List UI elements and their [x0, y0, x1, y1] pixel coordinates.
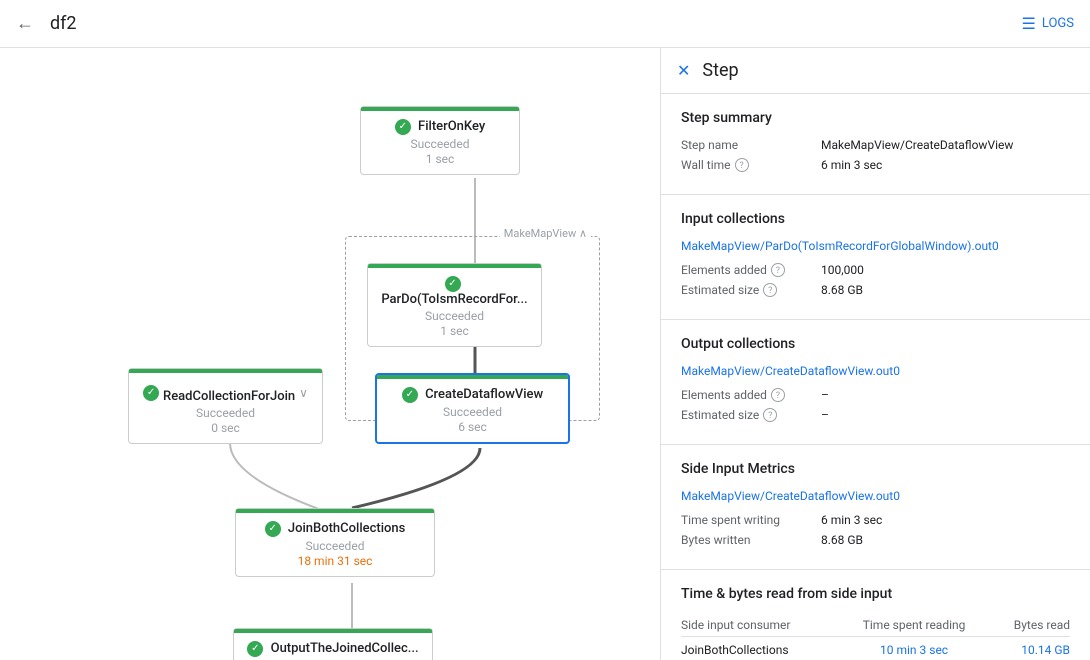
step-summary-title: Step summary	[681, 110, 1070, 126]
node-readcollection[interactable]: ✓ ReadCollectionForJoin ∨ Succeeded 0 se…	[128, 368, 323, 444]
input-size-help-icon[interactable]: ?	[763, 283, 777, 297]
node-output[interactable]: ✓ OutputTheJoinedCollec... Succeeded 18 …	[233, 628, 433, 660]
check-icon-read: ✓	[143, 385, 159, 401]
back-button[interactable]: ←	[16, 13, 34, 34]
output-collections-title: Output collections	[681, 336, 1070, 352]
input-collections-section: Input collections MakeMapView/ParDo(ToIs…	[661, 195, 1090, 320]
input-size-label: Estimated size ?	[681, 283, 821, 297]
node-status-create: Succeeded	[389, 405, 556, 419]
check-icon-output: ✓	[247, 641, 263, 657]
logs-icon: ☰	[1022, 14, 1036, 33]
side-input-metrics-link[interactable]: MakeMapView/CreateDataflowView.out0	[681, 489, 1070, 503]
logs-button[interactable]: ☰ LOGS	[1022, 14, 1074, 33]
check-icon-create: ✓	[402, 387, 418, 403]
output-size-help-icon[interactable]: ?	[763, 408, 777, 422]
wall-time-row: Wall time ? 6 min 3 sec	[681, 158, 1070, 172]
check-icon-pardo: ✓	[445, 276, 461, 292]
input-size-value: 8.68 GB	[821, 283, 863, 297]
input-collections-title: Input collections	[681, 211, 1070, 227]
check-icon-filteronkey: ✓	[395, 119, 411, 135]
step-name-value: MakeMapView/CreateDataflowView	[821, 138, 1013, 152]
time-writing-row: Time spent writing 6 min 3 sec	[681, 513, 1070, 527]
bytes-cell: 10.14 GB	[988, 637, 1070, 660]
group-label: MakeMapView ∧	[500, 227, 591, 240]
side-input-metrics-section: Side Input Metrics MakeMapView/CreateDat…	[661, 445, 1090, 570]
main-content: MakeMapView ∧ ✓ FilterOnKey Succeeded 1 …	[0, 48, 1090, 660]
check-icon-join: ✓	[265, 521, 281, 537]
node-status-join: Succeeded	[248, 539, 422, 553]
close-button[interactable]: ✕	[677, 61, 690, 80]
node-status-read: Succeeded	[141, 406, 310, 420]
node-header-filteronkey	[361, 107, 519, 111]
step-name-row: Step name MakeMapView/CreateDataflowView	[681, 138, 1070, 152]
panel-header: ✕ Step	[661, 48, 1090, 94]
wall-time-help-icon[interactable]: ?	[735, 158, 749, 172]
node-time-join: 18 min 31 sec	[248, 554, 422, 568]
bytes-written-value: 8.68 GB	[821, 533, 863, 547]
col-bytes-header: Bytes read	[988, 614, 1070, 637]
output-size-row: Estimated size ? –	[681, 408, 1070, 422]
elements-added-help-icon[interactable]: ?	[771, 263, 785, 277]
output-size-label: Estimated size ?	[681, 408, 821, 422]
time-cell: 10 min 3 sec	[840, 637, 989, 660]
header: ← df2 ☰ LOGS	[0, 0, 1090, 48]
output-elements-row: Elements added ? –	[681, 388, 1070, 402]
graph-area: MakeMapView ∧ ✓ FilterOnKey Succeeded 1 …	[0, 48, 660, 660]
input-size-row: Estimated size ? 8.68 GB	[681, 283, 1070, 297]
wall-time-value: 6 min 3 sec	[821, 158, 882, 172]
step-summary-section: Step summary Step name MakeMapView/Creat…	[661, 94, 1090, 195]
output-elements-value: –	[821, 388, 829, 402]
table-row: JoinBothCollections 10 min 3 sec 10.14 G…	[681, 637, 1070, 660]
side-input-table-title: Time & bytes read from side input	[681, 586, 1070, 602]
step-name-label: Step name	[681, 138, 821, 152]
panel-title: Step	[702, 60, 738, 81]
node-joinboth[interactable]: ✓ JoinBothCollections Succeeded 18 min 3…	[235, 508, 435, 577]
side-input-table: Side input consumer Time spent reading B…	[681, 614, 1070, 660]
page-title: df2	[50, 13, 1022, 34]
bytes-written-row: Bytes written 8.68 GB	[681, 533, 1070, 547]
side-input-table-section: Time & bytes read from side input Side i…	[661, 570, 1090, 660]
expand-icon-read: ∨	[299, 386, 308, 400]
node-header-create	[377, 375, 568, 379]
logs-label: LOGS	[1042, 16, 1074, 31]
input-elements-value: 100,000	[821, 263, 864, 277]
col-consumer-header: Side input consumer	[681, 614, 840, 637]
input-collection-link[interactable]: MakeMapView/ParDo(ToIsmRecordForGlobalWi…	[681, 239, 1070, 253]
output-elements-help-icon[interactable]: ?	[771, 388, 785, 402]
node-status-pardo: Succeeded	[380, 309, 529, 323]
col-time-header: Time spent reading	[840, 614, 989, 637]
node-title-output: OutputTheJoinedCollec...	[271, 641, 419, 656]
node-time-filteronkey: 1 sec	[373, 152, 507, 166]
node-status-filteronkey: Succeeded	[373, 137, 507, 151]
node-filteronkey[interactable]: ✓ FilterOnKey Succeeded 1 sec	[360, 106, 520, 175]
input-elements-row: Elements added ? 100,000	[681, 263, 1070, 277]
graph-panel: MakeMapView ∧ ✓ FilterOnKey Succeeded 1 …	[0, 48, 660, 660]
node-createdataflowview[interactable]: ✓ CreateDataflowView Succeeded 6 sec	[375, 373, 570, 444]
node-title-join: JoinBothCollections	[288, 521, 405, 536]
node-header-output	[234, 629, 432, 633]
node-header-read	[129, 369, 322, 373]
node-title-read: ReadCollectionForJoin	[163, 389, 295, 404]
input-elements-label: Elements added ?	[681, 263, 821, 277]
consumer-cell: JoinBothCollections	[681, 637, 840, 660]
time-writing-label: Time spent writing	[681, 513, 821, 527]
bytes-written-label: Bytes written	[681, 533, 821, 547]
node-time-read: 0 sec	[141, 421, 310, 435]
node-pardo[interactable]: ✓ ParDo(ToIsmRecordFor... Succeeded 1 se…	[367, 263, 542, 347]
output-size-value: –	[821, 408, 829, 422]
time-writing-value: 6 min 3 sec	[821, 513, 882, 527]
node-header-join	[236, 509, 434, 513]
output-collections-section: Output collections MakeMapView/CreateDat…	[661, 320, 1090, 445]
node-header-pardo	[368, 264, 541, 268]
output-elements-label: Elements added ?	[681, 388, 821, 402]
node-title-create: CreateDataflowView	[425, 387, 543, 402]
wall-time-label: Wall time ?	[681, 158, 821, 172]
node-title-pardo: ParDo(ToIsmRecordFor...	[381, 292, 527, 307]
node-title-filteronkey: FilterOnKey	[418, 119, 485, 134]
node-time-pardo: 1 sec	[380, 324, 529, 338]
right-panel: ✕ Step Step summary Step name MakeMapVie…	[660, 48, 1090, 660]
output-collection-link[interactable]: MakeMapView/CreateDataflowView.out0	[681, 364, 1070, 378]
node-time-create: 6 sec	[389, 420, 556, 434]
side-input-metrics-title: Side Input Metrics	[681, 461, 1070, 477]
